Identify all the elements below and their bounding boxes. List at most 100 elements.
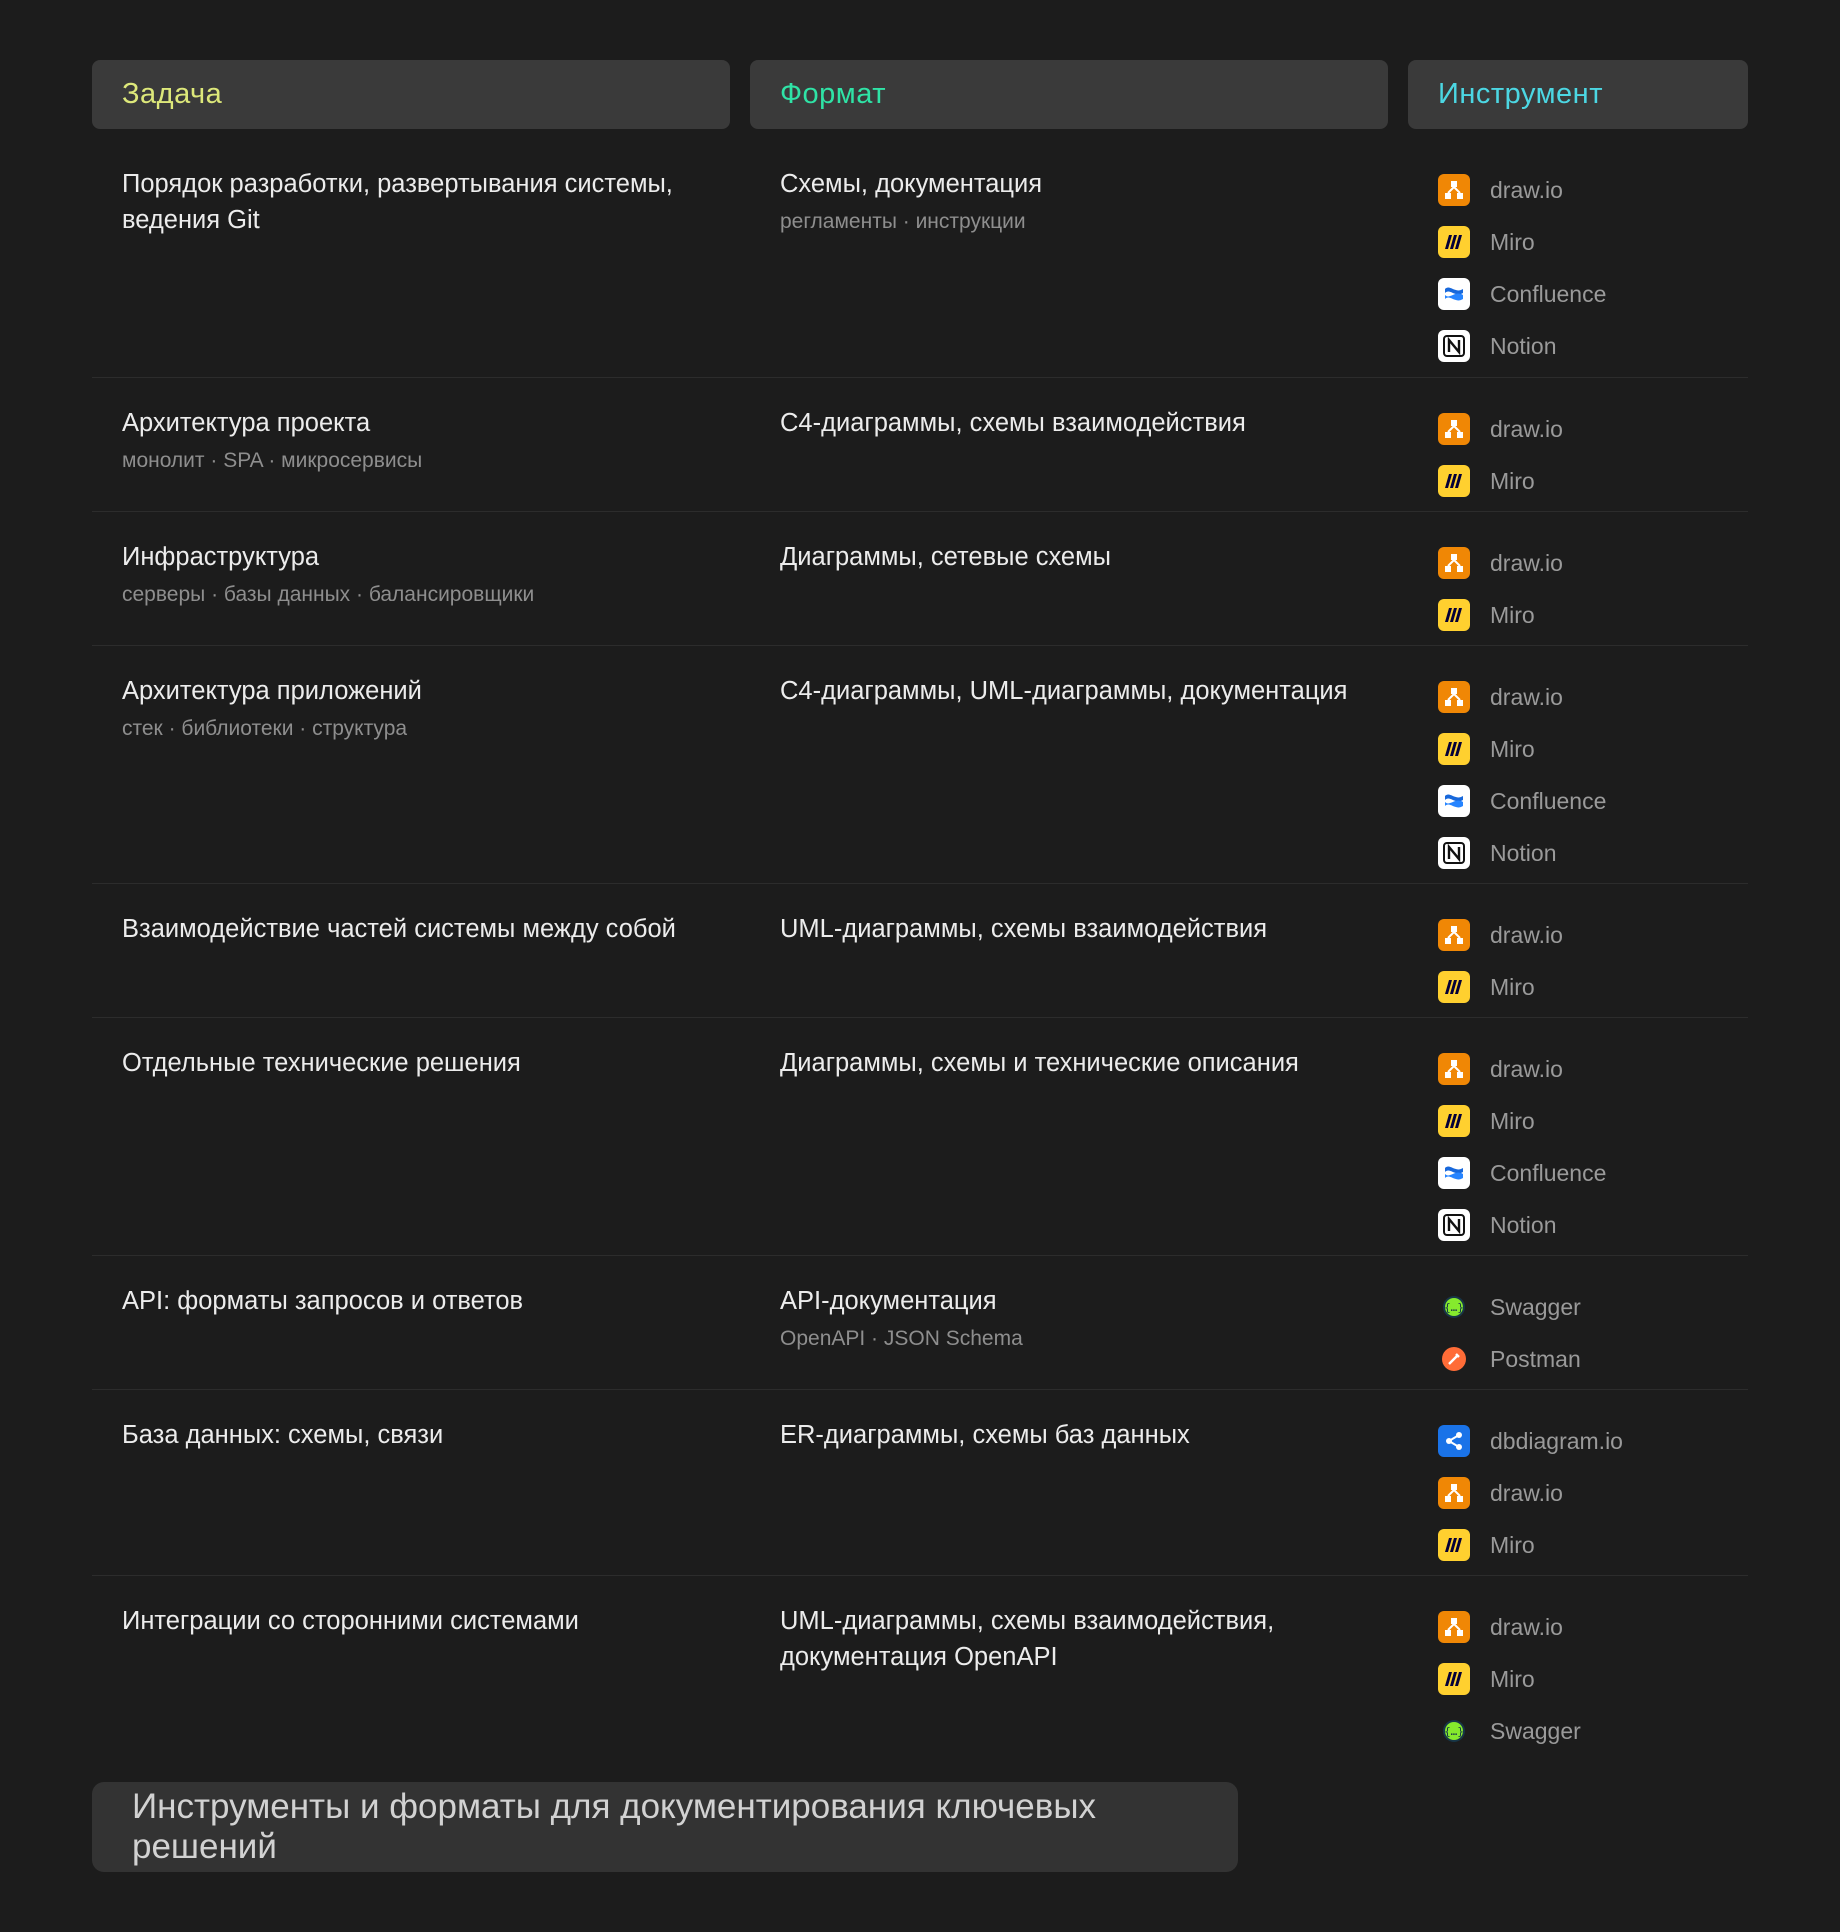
miro-icon bbox=[1438, 1663, 1470, 1695]
task-text: Интеграции со сторонними системами bbox=[122, 1607, 579, 1635]
miro-icon bbox=[1438, 971, 1470, 1003]
drawio-icon bbox=[1438, 1477, 1470, 1509]
table-row: Инфраструктура серверы · базы данных · ба… bbox=[92, 512, 1748, 646]
header-task-label: Задача bbox=[122, 78, 223, 110]
format-cell: UML-диаграммы, схемы взаимодействия, док… bbox=[750, 1576, 1388, 1769]
header-tool: Инструмент bbox=[1408, 60, 1748, 129]
drawio-icon bbox=[1438, 413, 1470, 445]
drawio-icon bbox=[1438, 681, 1470, 713]
tool-item-drawio: draw.io bbox=[1438, 671, 1728, 723]
tool-item-drawio: draw.io bbox=[1438, 537, 1728, 589]
format-cell: Диаграммы, схемы и технические описания bbox=[750, 1018, 1388, 1263]
tool-label: Confluence bbox=[1490, 787, 1607, 814]
tool-label: Confluence bbox=[1490, 280, 1607, 307]
format-text: ER-диаграммы, схемы баз данных bbox=[780, 1421, 1190, 1449]
format-cell: Диаграммы, сетевые схемы bbox=[750, 512, 1388, 653]
task-cell: API: форматы запросов и ответов bbox=[92, 1256, 730, 1397]
tool-item-drawio: draw.io bbox=[1438, 164, 1728, 216]
tools-cell: draw.io Miro Confluence Notion bbox=[1408, 646, 1748, 891]
task-subtext: монолит · SPA · микросервисы bbox=[122, 449, 423, 472]
format-cell: Схемы, документация регламенты · инструкц… bbox=[750, 139, 1388, 384]
dbdiagram-icon bbox=[1438, 1425, 1470, 1457]
tool-label: Miro bbox=[1490, 1665, 1535, 1692]
tool-label: Miro bbox=[1490, 735, 1535, 762]
table-row: База данных: схемы, связи ER-диаграммы, с… bbox=[92, 1390, 1748, 1576]
tool-item-confluence: Confluence bbox=[1438, 268, 1728, 320]
miro-icon bbox=[1438, 465, 1470, 497]
tools-cell: draw.io Miro Confluence Notion bbox=[1408, 139, 1748, 384]
tool-item-confluence: Confluence bbox=[1438, 775, 1728, 827]
tools-cell: {…} Swagger Postman bbox=[1408, 1256, 1748, 1397]
task-cell: Архитектура проекта монолит · SPA · микро… bbox=[92, 378, 730, 519]
tools-cell: dbdiagram.io draw.io Miro bbox=[1408, 1390, 1748, 1583]
tool-label: draw.io bbox=[1490, 1613, 1563, 1640]
header-format-label: Формат bbox=[780, 78, 887, 110]
format-text: Диаграммы, схемы и технические описания bbox=[780, 1049, 1299, 1077]
tool-item-drawio: draw.io bbox=[1438, 1601, 1728, 1653]
format-text: API-документация bbox=[780, 1287, 997, 1315]
drawio-icon bbox=[1438, 174, 1470, 206]
tool-label: Notion bbox=[1490, 1211, 1557, 1238]
svg-text:{…}: {…} bbox=[1444, 1301, 1464, 1314]
tool-label: draw.io bbox=[1490, 549, 1563, 576]
table-row: Отдельные технические решения Диаграммы, … bbox=[92, 1018, 1748, 1256]
miro-icon bbox=[1438, 599, 1470, 631]
tool-item-notion: Notion bbox=[1438, 827, 1728, 879]
table-row: Взаимодействие частей системы между собо… bbox=[92, 884, 1748, 1018]
tools-table: Задача Формат Инструмент Порядок разрабо… bbox=[92, 60, 1748, 1766]
tool-item-swagger: {…} Swagger bbox=[1438, 1281, 1728, 1333]
tool-label: draw.io bbox=[1490, 1479, 1563, 1506]
tool-item-miro: Miro bbox=[1438, 723, 1728, 775]
tool-label: draw.io bbox=[1490, 1055, 1563, 1082]
table-row: Архитектура приложений стек · библиотеки … bbox=[92, 646, 1748, 884]
swagger-icon: {…} bbox=[1438, 1715, 1470, 1747]
task-cell: Интеграции со сторонними системами bbox=[92, 1576, 730, 1769]
tools-cell: draw.io Miro bbox=[1408, 884, 1748, 1025]
format-cell: UML-диаграммы, схемы взаимодействия bbox=[750, 884, 1388, 1025]
swagger-icon: {…} bbox=[1438, 1291, 1470, 1323]
task-text: База данных: схемы, связи bbox=[122, 1421, 444, 1449]
format-text: Диаграммы, сетевые схемы bbox=[780, 543, 1111, 571]
drawio-icon bbox=[1438, 1611, 1470, 1643]
miro-icon bbox=[1438, 1529, 1470, 1561]
format-text: UML-диаграммы, схемы взаимодействия bbox=[780, 915, 1268, 943]
tool-label: Postman bbox=[1490, 1345, 1581, 1372]
task-text: Отдельные технические решения bbox=[122, 1049, 521, 1077]
tool-item-confluence: Confluence bbox=[1438, 1147, 1728, 1199]
tool-item-postman: Postman bbox=[1438, 1333, 1728, 1385]
format-text: UML-диаграммы, схемы взаимодействия, док… bbox=[780, 1607, 1275, 1671]
caption-box: Инструменты и форматы для документирован… bbox=[92, 1782, 1238, 1872]
tool-label: Notion bbox=[1490, 839, 1557, 866]
tool-label: draw.io bbox=[1490, 176, 1563, 203]
tool-label: Miro bbox=[1490, 973, 1535, 1000]
format-cell: API-документация OpenAPI · JSON Schema bbox=[750, 1256, 1388, 1397]
format-text: Схемы, документация bbox=[780, 170, 1043, 198]
tool-label: Swagger bbox=[1490, 1717, 1581, 1744]
tool-item-miro: Miro bbox=[1438, 455, 1728, 507]
tool-label: Notion bbox=[1490, 332, 1557, 359]
drawio-icon bbox=[1438, 1053, 1470, 1085]
table-row: Интеграции со сторонними системами UML-ди… bbox=[92, 1576, 1748, 1766]
tools-cell: draw.io Miro bbox=[1408, 512, 1748, 653]
tool-label: Miro bbox=[1490, 1107, 1535, 1134]
tool-item-notion: Notion bbox=[1438, 320, 1728, 372]
header-task: Задача bbox=[92, 60, 730, 129]
tools-cell: draw.io Miro {…} Swagger bbox=[1408, 1576, 1748, 1769]
format-subtext: регламенты · инструкции bbox=[780, 210, 1026, 233]
task-text: Архитектура приложений bbox=[122, 677, 422, 705]
miro-icon bbox=[1438, 226, 1470, 258]
tool-label: Miro bbox=[1490, 1531, 1535, 1558]
miro-icon bbox=[1438, 1105, 1470, 1137]
task-cell: База данных: схемы, связи bbox=[92, 1390, 730, 1583]
tool-item-drawio: draw.io bbox=[1438, 909, 1728, 961]
notion-icon bbox=[1438, 837, 1470, 869]
miro-icon bbox=[1438, 733, 1470, 765]
confluence-icon bbox=[1438, 785, 1470, 817]
format-subtext: OpenAPI · JSON Schema bbox=[780, 1327, 1023, 1350]
tool-label: Confluence bbox=[1490, 1159, 1607, 1186]
table-body: Порядок разработки, развертывания систем… bbox=[92, 139, 1748, 1766]
tool-label: draw.io bbox=[1490, 415, 1563, 442]
tool-item-swagger: {…} Swagger bbox=[1438, 1705, 1728, 1757]
task-text: Архитектура проекта bbox=[122, 409, 371, 437]
drawio-icon bbox=[1438, 547, 1470, 579]
